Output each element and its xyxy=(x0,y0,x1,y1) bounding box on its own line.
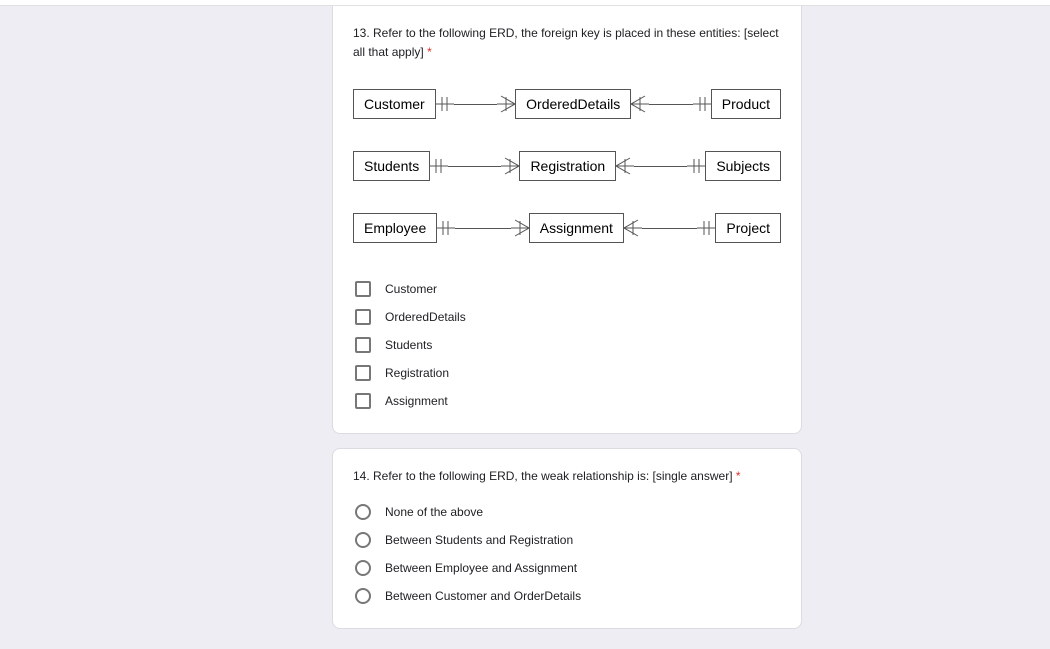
erd-cardinality-one-icon xyxy=(693,93,711,115)
required-asterisk: * xyxy=(427,45,432,59)
question-13-card: 13. Refer to the following ERD, the fore… xyxy=(332,6,802,434)
erd-line xyxy=(454,104,497,105)
erd-cardinality-many-icon xyxy=(624,217,642,239)
required-asterisk: * xyxy=(736,469,741,483)
question-14-prompt: 14. Refer to the following ERD, the weak… xyxy=(353,469,733,483)
erd-cardinality-one-icon xyxy=(687,155,705,177)
erd-line xyxy=(649,104,692,105)
checkbox-option[interactable]: Registration xyxy=(353,359,781,387)
question-13-prompt: 13. Refer to the following ERD, the fore… xyxy=(353,26,779,59)
checkbox-option[interactable]: OrderedDetails xyxy=(353,303,781,331)
checkbox-icon xyxy=(355,365,371,381)
checkbox-icon xyxy=(355,309,371,325)
option-label: Between Employee and Assignment xyxy=(385,561,577,575)
erd-cardinality-one-icon xyxy=(430,155,448,177)
erd-cardinality-many-icon xyxy=(631,93,649,115)
radio-icon xyxy=(355,532,371,548)
erd-cardinality-many-icon xyxy=(616,155,634,177)
radio-option[interactable]: Between Students and Registration xyxy=(353,526,781,554)
erd-cardinality-one-icon xyxy=(437,217,455,239)
erd-cardinality-many-icon xyxy=(501,155,519,177)
erd-line xyxy=(634,166,687,167)
erd-row: Customer OrderedDetails Product xyxy=(353,89,781,119)
checkbox-option[interactable]: Students xyxy=(353,331,781,359)
radio-icon xyxy=(355,504,371,520)
question-13-options: Customer OrderedDetails Students Registrati… xyxy=(353,275,781,415)
checkbox-icon xyxy=(355,393,371,409)
question-14-card: 14. Refer to the following ERD, the weak… xyxy=(332,448,802,629)
radio-option[interactable]: Between Customer and OrderDetails xyxy=(353,582,781,610)
question-14-options: None of the above Between Students and Re… xyxy=(353,498,781,610)
erd-cardinality-many-icon xyxy=(497,93,515,115)
erd-entity-left: Employee xyxy=(353,213,437,243)
question-14-text: 14. Refer to the following ERD, the weak… xyxy=(353,467,781,486)
option-label: Between Students and Registration xyxy=(385,533,573,547)
question-13-text: 13. Refer to the following ERD, the fore… xyxy=(353,24,781,61)
erd-row: Employee Assignment Project xyxy=(353,213,781,243)
page-column: 13. Refer to the following ERD, the fore… xyxy=(332,6,802,629)
erd-line xyxy=(642,228,698,229)
erd-diagram: Customer OrderedDetails Product Students Reg… xyxy=(353,89,781,243)
option-label: Between Customer and OrderDetails xyxy=(385,589,581,603)
erd-cardinality-one-icon xyxy=(436,93,454,115)
erd-entity-right: Project xyxy=(715,213,781,243)
checkbox-option[interactable]: Customer xyxy=(353,275,781,303)
radio-option[interactable]: Between Employee and Assignment xyxy=(353,554,781,582)
option-label: OrderedDetails xyxy=(385,310,466,324)
erd-cardinality-many-icon xyxy=(511,217,529,239)
option-label: Assignment xyxy=(385,394,448,408)
radio-icon xyxy=(355,588,371,604)
checkbox-icon xyxy=(355,281,371,297)
erd-entity-right: Subjects xyxy=(705,151,781,181)
radio-option[interactable]: None of the above xyxy=(353,498,781,526)
option-label: None of the above xyxy=(385,505,483,519)
radio-icon xyxy=(355,560,371,576)
erd-entity-left: Students xyxy=(353,151,430,181)
erd-cardinality-one-icon xyxy=(697,217,715,239)
erd-entity-right: Product xyxy=(711,89,781,119)
option-label: Students xyxy=(385,338,432,352)
checkbox-icon xyxy=(355,337,371,353)
checkbox-option[interactable]: Assignment xyxy=(353,387,781,415)
option-label: Customer xyxy=(385,282,437,296)
erd-line xyxy=(448,166,501,167)
erd-entity-middle: Registration xyxy=(519,151,616,181)
erd-entity-middle: OrderedDetails xyxy=(515,89,631,119)
option-label: Registration xyxy=(385,366,449,380)
erd-line xyxy=(455,228,511,229)
erd-entity-middle: Assignment xyxy=(529,213,624,243)
erd-row: Students Registration Subjects xyxy=(353,151,781,181)
erd-entity-left: Customer xyxy=(353,89,436,119)
